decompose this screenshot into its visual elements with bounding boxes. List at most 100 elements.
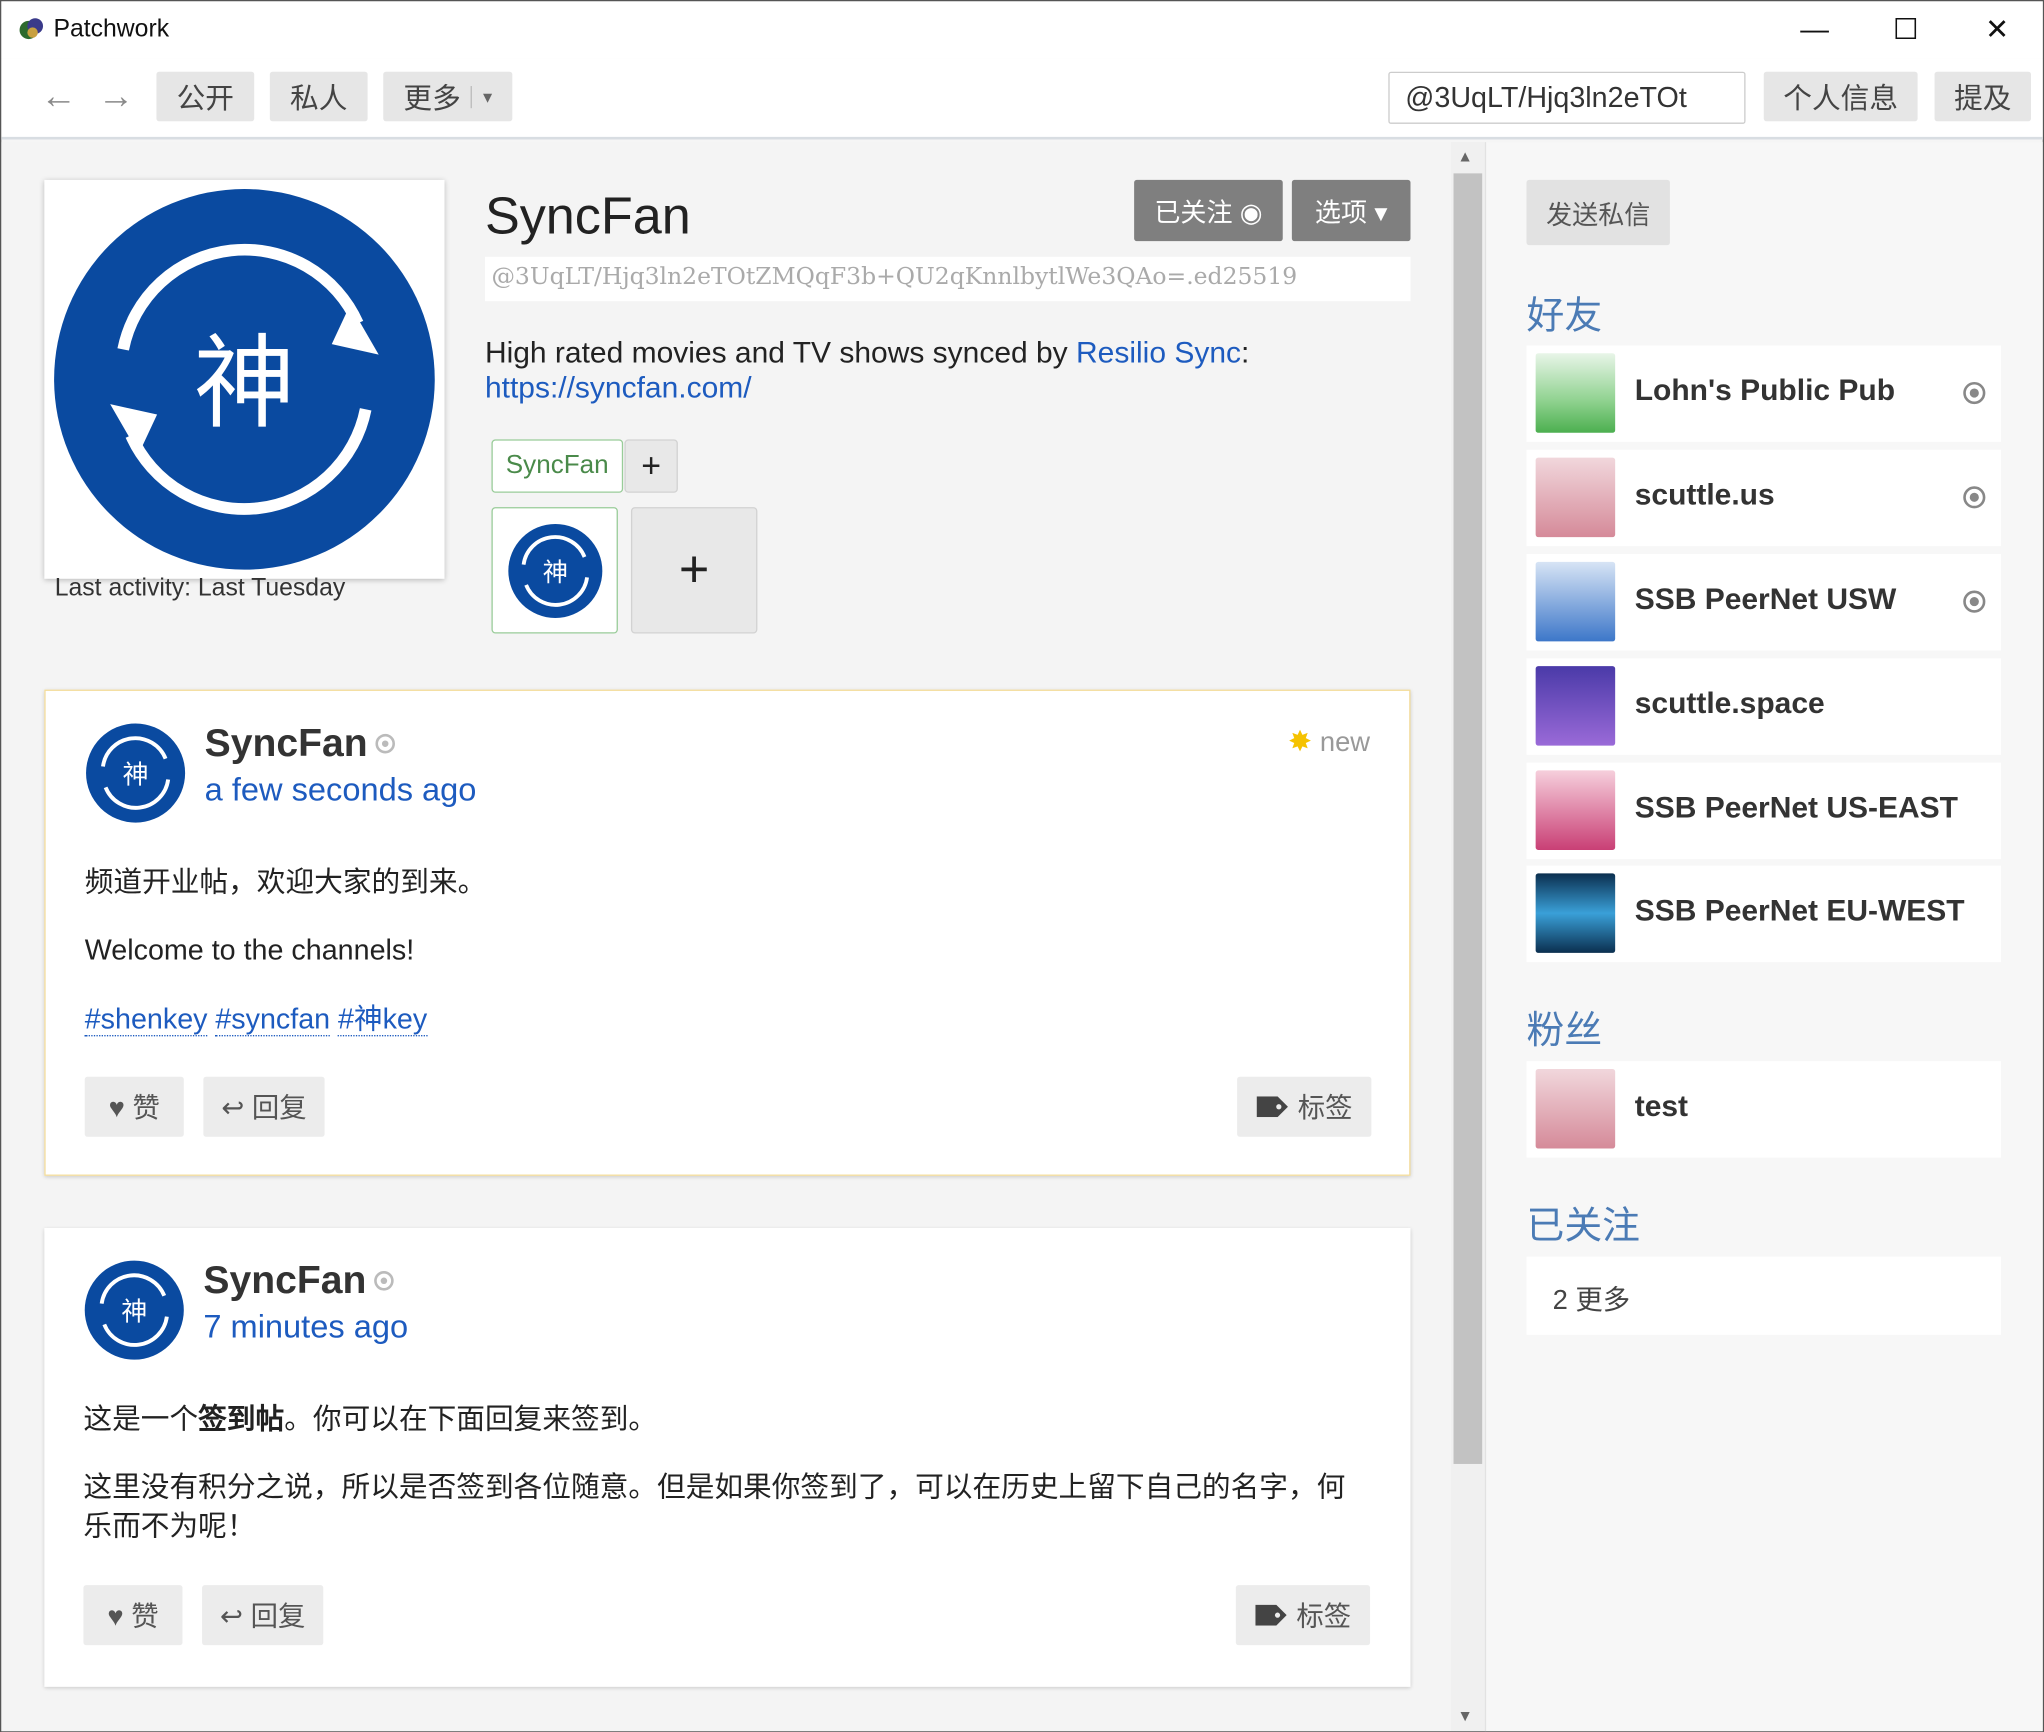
more-dropdown[interactable]: 更多 ▾	[383, 71, 513, 122]
post-text-bold: 签到帖	[198, 1402, 285, 1436]
tag-icon	[1256, 1096, 1288, 1118]
search-input[interactable]: @3UqLT/Hjq3ln2eTOt	[1388, 71, 1746, 124]
friend-item[interactable]: scuttle.us	[1526, 449, 2002, 547]
like-button[interactable]: ♥ 赞	[84, 1076, 184, 1137]
profile-button[interactable]: 个人信息	[1763, 71, 1918, 122]
post-author-avatar[interactable]: 神	[83, 1259, 185, 1361]
patchwork-logo-icon	[19, 18, 44, 40]
scroll-down-icon[interactable]: ▼	[1457, 1706, 1473, 1724]
post-timestamp[interactable]: a few seconds ago	[205, 772, 477, 810]
maximize-button[interactable]: ☐	[1860, 1, 1951, 58]
forward-arrow-icon[interactable]: →	[98, 76, 135, 118]
post-author[interactable]: SyncFan	[204, 722, 396, 766]
private-tab[interactable]: 私人	[269, 71, 368, 122]
post-text-line: 这里没有积分之说，所以是否签到各位随意。但是如果你签到了，可以在历史上留下自己的…	[83, 1470, 1346, 1543]
friend-item[interactable]: Lohn's Public Pub	[1526, 345, 2002, 442]
post-text-line: 这是一个签到帖。你可以在下面回复来签到。	[83, 1400, 1358, 1439]
options-dropdown[interactable]: 选项 ▾	[1291, 179, 1411, 242]
post-avatar-glyph: 神	[121, 1298, 147, 1328]
post-author-name: SyncFan	[204, 722, 368, 766]
friend-item[interactable]: SSB PeerNet EU-WEST	[1526, 865, 2002, 963]
description-colon: :	[1240, 335, 1250, 369]
website-link[interactable]: https://syncfan.com/	[485, 370, 752, 404]
send-private-message-button[interactable]: 发送私信	[1526, 179, 1670, 246]
name-chip[interactable]: SyncFan	[491, 439, 624, 493]
friend-item[interactable]: SSB PeerNet USW	[1526, 554, 2002, 651]
tag-button[interactable]: 标签	[1235, 1585, 1371, 1646]
friend-name: scuttle.space	[1634, 685, 1825, 720]
friend-avatar	[1535, 770, 1616, 850]
title-bar: Patchwork — ☐ ✕	[1, 1, 2043, 59]
resilio-link[interactable]: Resilio Sync	[1076, 335, 1241, 369]
friend-name: SSB PeerNet US-EAST	[1634, 789, 1958, 824]
status-radio-icon	[1963, 486, 1986, 509]
author-status-icon	[375, 733, 396, 753]
tag-icon	[1254, 1604, 1287, 1626]
tag-button[interactable]: 标签	[1237, 1076, 1372, 1137]
profile-id[interactable]: @3UqLT/Hjq3ln2eTOtZMQqF3b+QU2qKnnlbytlWe…	[484, 256, 1411, 302]
post-card: 神 SyncFan 7 minutes ago 这是一个签到帖。你可以在下面回复…	[44, 1227, 1411, 1687]
following-button[interactable]: 已关注 ◉	[1134, 179, 1283, 242]
profile-name: SyncFan	[484, 187, 691, 246]
mentions-button[interactable]: 提及	[1934, 71, 2032, 122]
post-text-part: 这是一个	[83, 1402, 199, 1436]
post-hashtags: #shenkey #syncfan #神key	[84, 1000, 1357, 1039]
follower-item[interactable]: test	[1526, 1061, 2002, 1158]
post-card: 神 SyncFan a few seconds ago ✸ new 频道开业帖，欢…	[44, 689, 1411, 1176]
reply-button[interactable]: ↩ 回复	[202, 1585, 324, 1646]
back-arrow-icon[interactable]: ←	[40, 76, 77, 118]
follower-name: test	[1634, 1088, 1689, 1123]
avatar-thumbnail[interactable]: 神	[491, 507, 618, 634]
more-label: 更多	[403, 82, 461, 115]
description-text: High rated movies and TV shows synced by	[484, 335, 1077, 369]
status-radio-icon	[1963, 381, 1986, 405]
post-author-avatar[interactable]: 神	[85, 722, 187, 824]
hashtag-link[interactable]: #shenkey	[84, 1002, 208, 1037]
close-button[interactable]: ✕	[1951, 1, 2042, 58]
reply-button[interactable]: ↩ 回复	[203, 1076, 325, 1137]
friend-avatar	[1535, 561, 1616, 642]
scroll-up-icon[interactable]: ▲	[1457, 147, 1473, 165]
window-title: Patchwork	[53, 15, 170, 44]
syncfan-logo-icon: 神	[54, 189, 435, 570]
post-timestamp[interactable]: 7 minutes ago	[203, 1309, 408, 1347]
add-image-button[interactable]: +	[630, 507, 758, 634]
hashtag-link[interactable]: #syncfan	[215, 1002, 331, 1037]
scrollbar-thumb[interactable]	[1453, 173, 1483, 1464]
new-label: new	[1319, 727, 1371, 758]
friend-name: SSB PeerNet EU-WEST	[1634, 892, 1965, 927]
post-text-part: 。你可以在下面回复来签到。	[284, 1402, 658, 1436]
friend-name: SSB PeerNet USW	[1634, 581, 1897, 616]
minimize-button[interactable]: —	[1769, 1, 1860, 58]
chevron-down-icon: ▾	[471, 85, 492, 108]
new-star-icon: ✸	[1287, 724, 1313, 758]
avatar-glyph: 神	[194, 324, 296, 442]
author-status-icon	[374, 1270, 394, 1291]
post-author-name: SyncFan	[203, 1259, 367, 1303]
friend-name: Lohn's Public Pub	[1634, 372, 1896, 407]
profile-avatar: 神	[44, 179, 445, 579]
followers-heading: 粉丝	[1526, 1010, 1603, 1053]
post-author[interactable]: SyncFan	[203, 1259, 394, 1303]
tag-label: 标签	[1296, 1602, 1352, 1633]
status-radio-icon	[1963, 590, 1986, 613]
post-avatar-glyph: 神	[123, 760, 149, 790]
friend-item[interactable]: scuttle.space	[1526, 658, 2002, 755]
post-text-line: Welcome to the channels!	[84, 933, 415, 966]
profile-description: High rated movies and TV shows synced by…	[485, 335, 1249, 405]
friend-avatar	[1535, 666, 1616, 746]
following-more-link[interactable]: 2 更多	[1526, 1256, 2002, 1335]
friend-name: scuttle.us	[1634, 477, 1775, 512]
friend-item[interactable]: SSB PeerNet US-EAST	[1526, 762, 2002, 860]
tag-label: 标签	[1297, 1093, 1353, 1124]
friends-heading: 好友	[1526, 295, 1603, 338]
new-badge: ✸ new	[1288, 725, 1370, 759]
last-activity: Last activity: Last Tuesday	[54, 574, 346, 603]
follower-avatar	[1535, 1068, 1616, 1149]
syncfan-logo-icon: 神	[507, 523, 602, 618]
hashtag-link[interactable]: #神key	[337, 1002, 427, 1037]
public-tab[interactable]: 公开	[156, 71, 255, 122]
like-button[interactable]: ♥ 赞	[83, 1585, 183, 1646]
add-name-button[interactable]: +	[624, 439, 678, 493]
post-text-line: 频道开业帖，欢迎大家的到来。	[84, 865, 487, 899]
